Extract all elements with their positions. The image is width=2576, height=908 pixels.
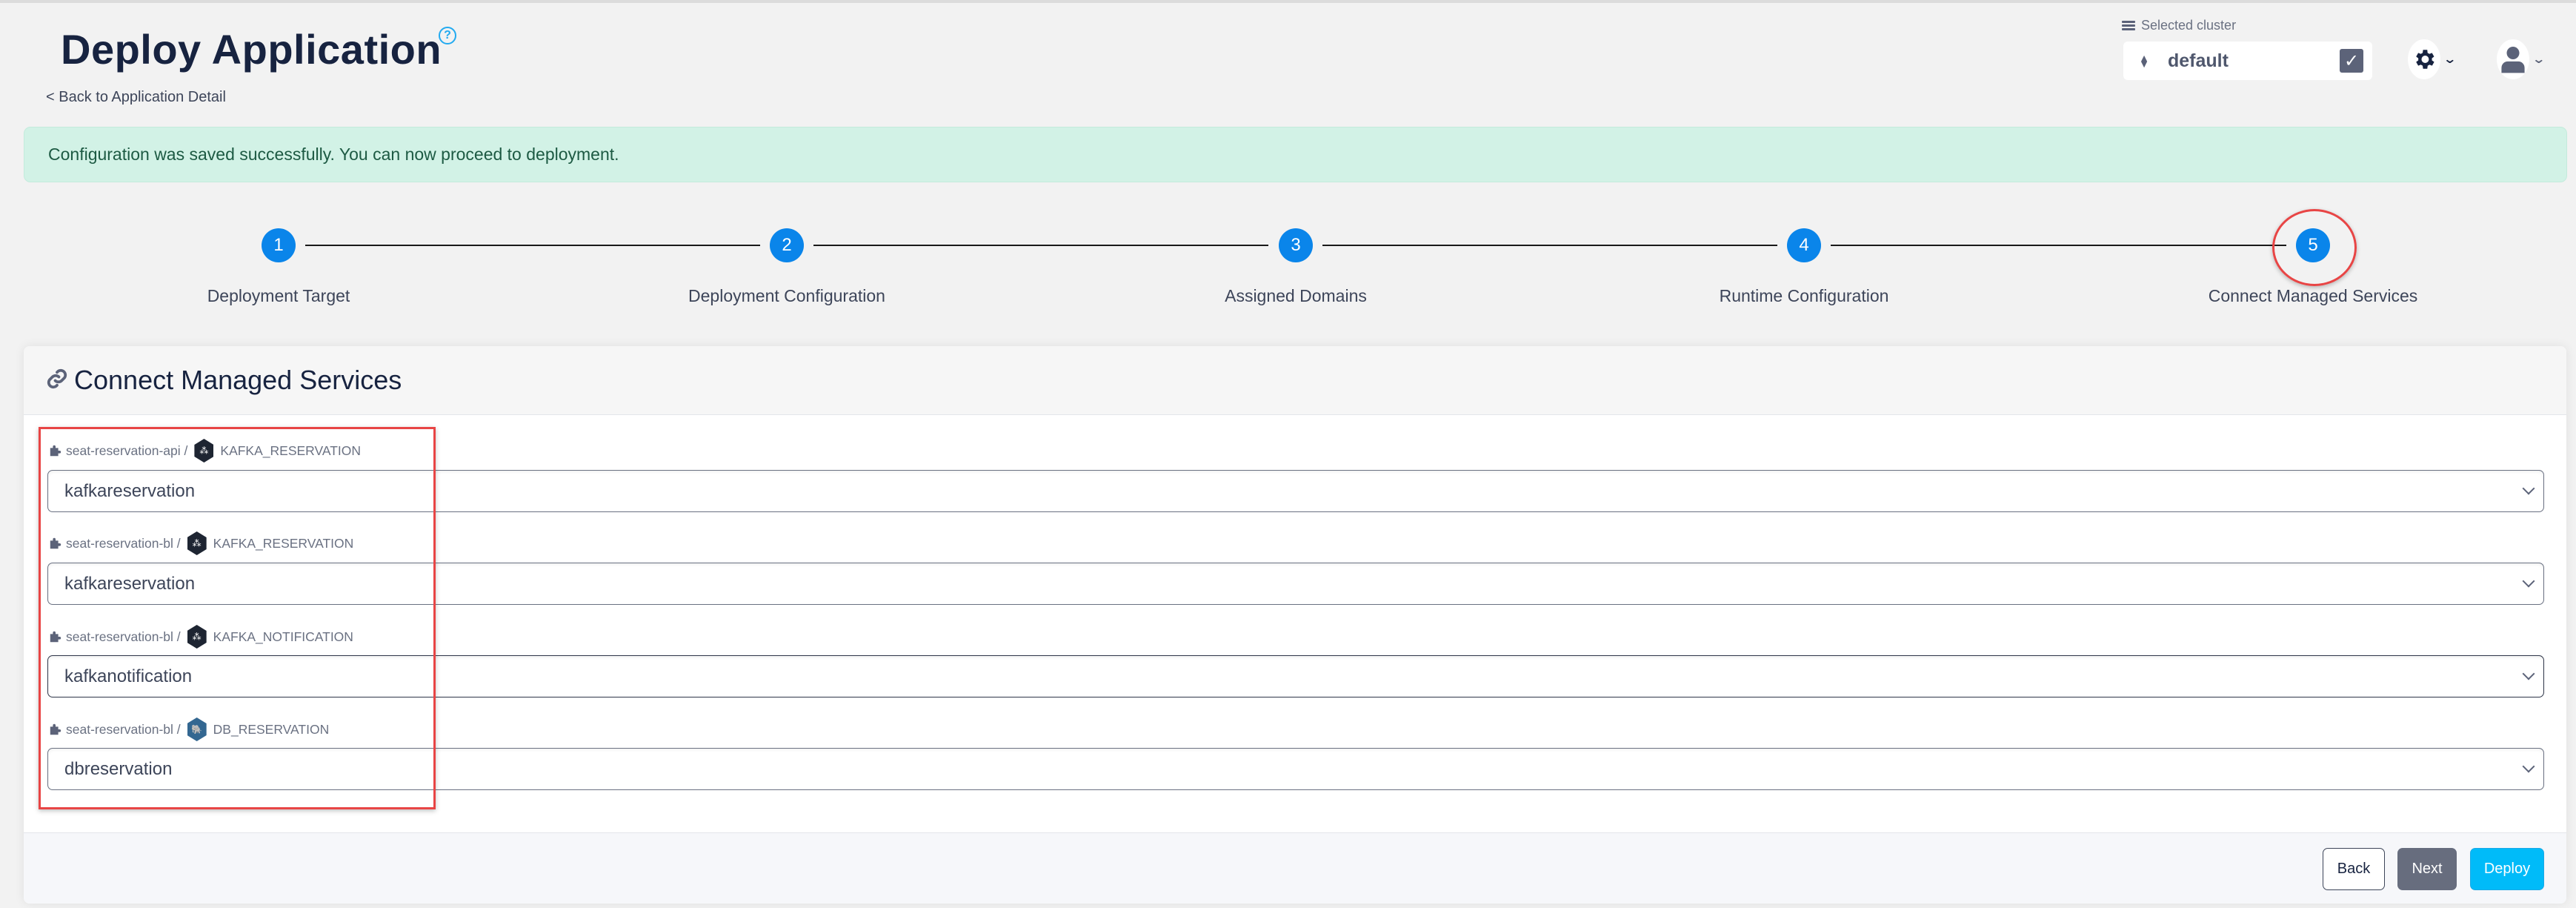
selected-value: kafkareservation — [64, 573, 196, 594]
selected-value: dbreservation — [64, 758, 173, 779]
chevron-down-icon — [2522, 574, 2535, 588]
card-header: Connect Managed Services — [24, 346, 2566, 415]
step-connector — [1322, 245, 1777, 246]
selected-value: kafkanotification — [64, 666, 193, 686]
chevron-down-icon — [2522, 760, 2535, 773]
component-name: seat-reservation-bl / — [66, 535, 181, 551]
service-instance-select[interactable]: kafkareservation — [47, 563, 2544, 605]
alert-message: Configuration was saved successfully. Yo… — [48, 145, 619, 164]
cluster-label-text: Selected cluster — [2141, 18, 2237, 33]
step-2-circle[interactable]: 2 — [770, 228, 804, 262]
card-title: Connect Managed Services — [74, 365, 402, 395]
settings-menu-button[interactable]: ⌄ — [2408, 39, 2473, 80]
binding-name: DB_RESERVATION — [213, 721, 330, 737]
highlight-annotation-circle — [2272, 209, 2357, 286]
puzzle-icon — [50, 445, 61, 457]
back-to-application-detail-link[interactable]: < Back to Application Detail — [46, 89, 226, 106]
success-alert: Configuration was saved successfully. Yo… — [24, 127, 2567, 182]
component-name: seat-reservation-bl / — [66, 721, 181, 737]
kafka-icon: ⁂ — [194, 439, 214, 463]
step-connector — [1831, 245, 2286, 246]
binding-name: KAFKA_RESERVATION — [220, 443, 362, 458]
chevron-down-icon — [2522, 667, 2535, 680]
postgres-icon: 🐘 — [187, 718, 207, 741]
step-1-circle[interactable]: 1 — [262, 228, 296, 262]
step-5-label[interactable]: Connect Managed Services — [2128, 286, 2498, 306]
step-1-label[interactable]: Deployment Target — [93, 286, 464, 306]
page-title: Deploy Application — [61, 26, 442, 73]
step-2-label[interactable]: Deployment Configuration — [602, 286, 972, 306]
user-menu-button[interactable]: ⌄ — [2497, 39, 2563, 80]
sort-updown-icon: ▲ ▼ — [2139, 52, 2149, 70]
cluster-select[interactable]: ▲ ▼ default ✓ — [2123, 42, 2372, 80]
help-icon[interactable]: ? — [439, 27, 456, 44]
component-name: seat-reservation-api / — [66, 443, 188, 458]
server-icon — [2122, 20, 2135, 31]
puzzle-icon — [50, 537, 61, 549]
binding-name: KAFKA_NOTIFICATION — [213, 629, 353, 644]
step-3-circle[interactable]: 3 — [1279, 228, 1313, 262]
kafka-icon: ⁂ — [187, 531, 207, 555]
service-binding-label: seat-reservation-bl / ⁂ KAFKA_NOTIFICATI… — [49, 625, 353, 649]
connect-managed-services-card: Connect Managed Services seat-reservatio… — [24, 346, 2566, 904]
puzzle-icon — [50, 631, 61, 643]
service-binding-label: seat-reservation-api / ⁂ KAFKA_RESERVATI… — [49, 439, 361, 463]
cluster-confirm-checkbox[interactable]: ✓ — [2340, 49, 2363, 73]
step-4-label[interactable]: Runtime Configuration — [1619, 286, 1989, 306]
chevron-down-icon: ⌄ — [2443, 53, 2457, 66]
puzzle-icon — [50, 723, 61, 735]
step-4-circle[interactable]: 4 — [1787, 228, 1821, 262]
service-instance-select[interactable]: dbreservation — [47, 748, 2544, 790]
back-button[interactable]: Back — [2323, 848, 2385, 890]
gear-icon — [2408, 39, 2440, 79]
service-binding-label: seat-reservation-bl / ⁂ KAFKA_RESERVATIO… — [49, 531, 353, 555]
card-footer: Back Next Deploy — [24, 832, 2566, 904]
service-instance-select[interactable]: kafkareservation — [47, 470, 2544, 512]
selected-cluster-label: Selected cluster — [2122, 18, 2236, 33]
user-icon — [2497, 39, 2529, 79]
chevron-down-icon — [2522, 482, 2535, 495]
link-icon — [46, 368, 68, 394]
step-3-label[interactable]: Assigned Domains — [1111, 286, 1481, 306]
service-instance-select[interactable]: kafkanotification — [47, 655, 2544, 697]
component-name: seat-reservation-bl / — [66, 629, 181, 644]
step-connector — [813, 245, 1268, 246]
kafka-icon: ⁂ — [187, 625, 207, 649]
selected-value: kafkareservation — [64, 480, 196, 501]
binding-name: KAFKA_RESERVATION — [213, 535, 354, 551]
next-button[interactable]: Next — [2397, 848, 2457, 890]
cluster-value: default — [2168, 50, 2229, 71]
service-binding-label: seat-reservation-bl / 🐘 DB_RESERVATION — [49, 718, 329, 741]
deploy-button[interactable]: Deploy — [2470, 848, 2544, 890]
chevron-down-icon: ⌄ — [2532, 53, 2546, 66]
step-connector — [305, 245, 760, 246]
